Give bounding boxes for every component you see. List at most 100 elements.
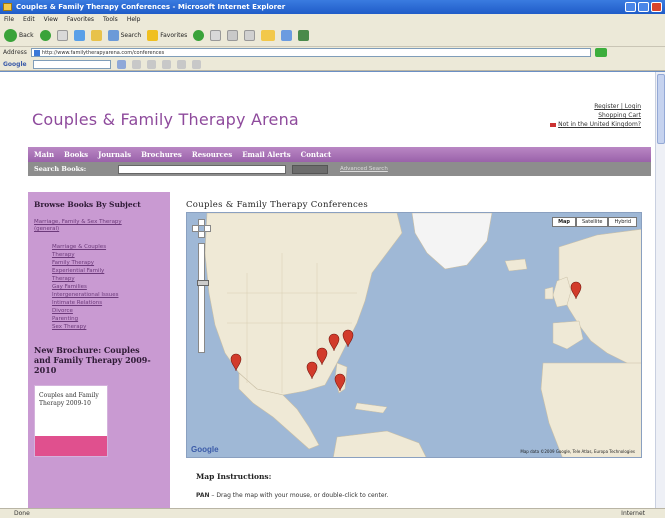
conference-map[interactable]: Map Satellite Hybrid Google Map data ©20… bbox=[186, 212, 642, 458]
map-canvas bbox=[187, 213, 641, 457]
uk-flag-icon bbox=[550, 122, 557, 127]
main-nav: Main Books Journals Brochures Resources … bbox=[28, 147, 651, 162]
map-type-map[interactable]: Map bbox=[552, 217, 576, 227]
book-search-bar: Search Books: Advanced Search bbox=[28, 162, 651, 176]
scrollbar-thumb[interactable] bbox=[657, 74, 665, 144]
history-icon[interactable] bbox=[210, 30, 222, 41]
address-label: Address bbox=[3, 49, 27, 56]
pan-right-icon[interactable] bbox=[204, 225, 211, 232]
subject-link[interactable]: Intimate Relations bbox=[52, 299, 164, 307]
search-button[interactable]: Search bbox=[107, 30, 141, 41]
subject-link[interactable]: Divorce bbox=[52, 307, 164, 315]
page-left-margin bbox=[0, 72, 10, 508]
map-type-hybrid[interactable]: Hybrid bbox=[608, 217, 637, 227]
subject-link[interactable]: Gay Families bbox=[52, 283, 164, 291]
pan-down-icon[interactable] bbox=[198, 231, 205, 238]
check-icon[interactable] bbox=[146, 59, 156, 69]
google-toolbar-label: Google bbox=[3, 60, 27, 68]
back-button[interactable]: Back bbox=[4, 29, 34, 42]
menu-bar: File Edit View Favorites Tools Help bbox=[0, 14, 665, 25]
mail-icon[interactable] bbox=[227, 30, 239, 41]
search-books-input[interactable] bbox=[118, 164, 286, 174]
star-icon bbox=[147, 30, 159, 41]
search-books-label: Search Books: bbox=[34, 165, 87, 173]
refresh-icon[interactable] bbox=[73, 30, 85, 41]
shopping-cart-link[interactable]: Shopping Cart bbox=[550, 111, 641, 120]
google-search-icon[interactable] bbox=[116, 59, 126, 69]
subject-link[interactable]: Family Therapy bbox=[52, 259, 164, 267]
nav-email-alerts[interactable]: Email Alerts bbox=[242, 150, 290, 159]
address-input[interactable]: http://www.familytherapyarena.com/confer… bbox=[30, 48, 591, 57]
subject-sidebar: Browse Books By Subject Marriage, Family… bbox=[28, 192, 170, 508]
pan-instruction: – Drag the map with your mouse, or doubl… bbox=[209, 492, 389, 499]
autofill-icon[interactable] bbox=[176, 59, 186, 69]
settings-icon[interactable] bbox=[191, 59, 201, 69]
minimize-button[interactable] bbox=[625, 2, 636, 12]
page-icon bbox=[33, 50, 40, 56]
web-page: Couples & Family Therapy Arena Register … bbox=[10, 72, 655, 508]
new-brochure-heading[interactable]: New Brochure: Couples and Family Therapy… bbox=[34, 345, 154, 375]
nav-resources[interactable]: Resources bbox=[192, 150, 232, 159]
subject-link[interactable]: Therapy bbox=[52, 275, 164, 283]
favorites-button[interactable]: Favorites bbox=[147, 30, 187, 41]
map-type-satellite[interactable]: Satellite bbox=[576, 217, 609, 227]
advanced-search-link[interactable]: Advanced Search bbox=[340, 166, 388, 172]
home-icon[interactable] bbox=[90, 30, 102, 41]
page-title: Couples & Family Therapy Conferences bbox=[186, 200, 369, 210]
menu-file[interactable]: File bbox=[4, 16, 14, 25]
autolink-icon[interactable] bbox=[161, 59, 171, 69]
research-icon[interactable] bbox=[298, 30, 310, 41]
map-zoom-slider[interactable] bbox=[197, 243, 209, 353]
browse-heading: Browse Books By Subject bbox=[34, 200, 141, 209]
nav-books[interactable]: Books bbox=[64, 150, 88, 159]
maximize-button[interactable] bbox=[638, 2, 649, 12]
subject-general-link[interactable]: Marriage, Family & Sex Therapy (general) bbox=[34, 219, 144, 233]
status-bar: Done Internet bbox=[0, 508, 665, 518]
go-button[interactable] bbox=[594, 48, 607, 57]
menu-favorites[interactable]: Favorites bbox=[67, 16, 94, 25]
nav-main[interactable]: Main bbox=[34, 150, 54, 159]
site-title[interactable]: Couples & Family Therapy Arena bbox=[32, 110, 299, 129]
media-icon[interactable] bbox=[193, 30, 205, 41]
internet-explorer-icon bbox=[3, 3, 12, 11]
menu-edit[interactable]: Edit bbox=[23, 16, 35, 25]
close-button[interactable] bbox=[651, 2, 662, 12]
register-login-link[interactable]: Register | Login bbox=[550, 102, 641, 111]
window-titlebar: Couples & Family Therapy Conferences - M… bbox=[0, 0, 665, 14]
subject-link[interactable]: Parenting bbox=[52, 315, 164, 323]
subject-link[interactable]: Therapy bbox=[52, 251, 164, 259]
region-link[interactable]: Not in the United Kingdom? bbox=[550, 120, 641, 129]
menu-view[interactable]: View bbox=[44, 16, 58, 25]
header-links: Register | Login Shopping Cart Not in th… bbox=[550, 102, 641, 129]
google-search-input[interactable] bbox=[32, 59, 111, 69]
brochure-cover-band bbox=[35, 436, 107, 456]
browser-toolbar: Back Search Favorites bbox=[0, 25, 665, 47]
search-books-button[interactable] bbox=[292, 164, 328, 174]
nav-contact[interactable]: Contact bbox=[301, 150, 332, 159]
subject-link[interactable]: Intergenerational Issues bbox=[52, 291, 164, 299]
stop-icon[interactable] bbox=[56, 30, 68, 41]
page-scrollbar[interactable] bbox=[655, 72, 665, 508]
google-toolbar: Google bbox=[0, 58, 665, 71]
map-pan-control[interactable] bbox=[192, 219, 212, 239]
subject-link[interactable]: Sex Therapy bbox=[52, 323, 164, 331]
security-zone: Internet bbox=[621, 510, 645, 517]
nav-brochures[interactable]: Brochures bbox=[141, 150, 182, 159]
nav-journals[interactable]: Journals bbox=[98, 150, 131, 159]
folder-icon[interactable] bbox=[261, 30, 276, 41]
map-type-switcher: Map Satellite Hybrid bbox=[552, 217, 637, 227]
pan-label: PAN bbox=[196, 492, 210, 499]
forward-button[interactable] bbox=[39, 30, 51, 41]
print-icon[interactable] bbox=[244, 30, 256, 41]
brochure-thumbnail[interactable]: Couples and Family Therapy 2009-10 bbox=[34, 385, 108, 457]
google-logo[interactable]: Google bbox=[191, 445, 219, 454]
menu-tools[interactable]: Tools bbox=[103, 16, 118, 25]
subject-link[interactable]: Experiential Family bbox=[52, 267, 164, 275]
subject-link[interactable]: Marriage & Couples bbox=[52, 243, 164, 251]
popup-blocker-icon[interactable] bbox=[131, 59, 141, 69]
messenger-icon[interactable] bbox=[281, 30, 293, 41]
menu-help[interactable]: Help bbox=[127, 16, 141, 25]
status-text: Done bbox=[14, 510, 30, 517]
back-arrow-icon bbox=[4, 29, 17, 42]
window-controls bbox=[625, 2, 662, 12]
